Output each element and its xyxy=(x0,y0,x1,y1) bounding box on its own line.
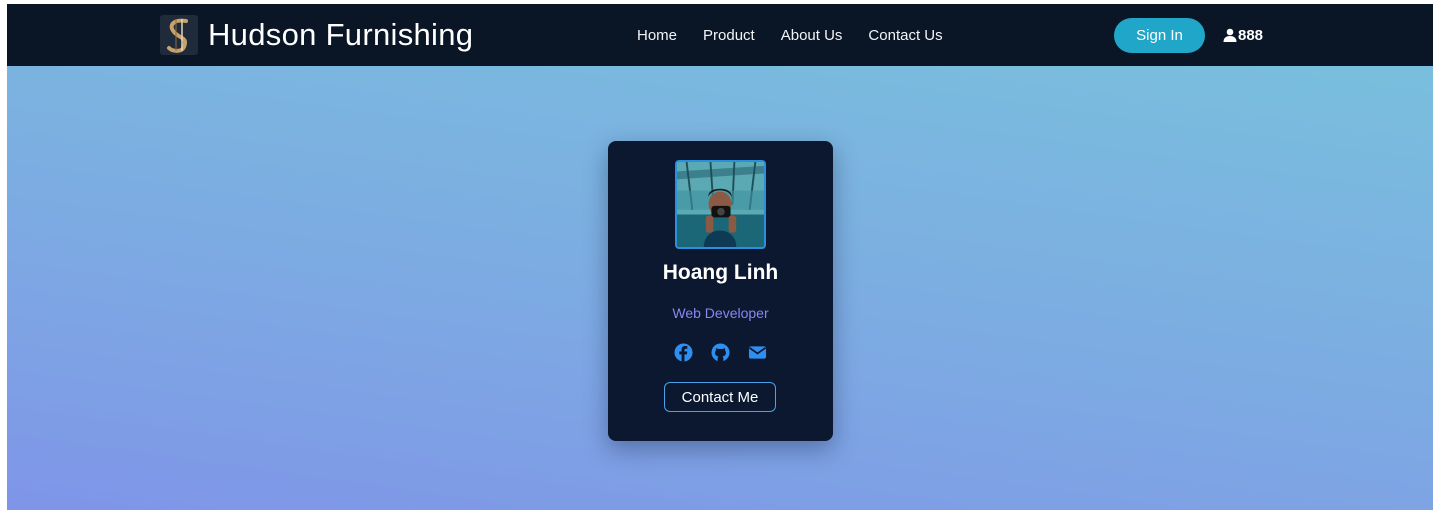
envelope-icon xyxy=(748,346,767,359)
brand-name: Hudson Furnishing xyxy=(208,17,474,52)
profile-role: Web Developer xyxy=(672,305,769,321)
user-icon xyxy=(1223,28,1237,42)
github-link[interactable] xyxy=(711,343,730,362)
nav-link-home[interactable]: Home xyxy=(637,27,677,44)
user-count-value: 888 xyxy=(1238,26,1264,44)
brand[interactable]: Hudson Furnishing xyxy=(160,13,473,57)
profile-card: Hoang Linh Web Developer Contact Me xyxy=(608,141,833,441)
avatar-photo-icon xyxy=(677,162,764,247)
contact-me-button[interactable]: Contact Me xyxy=(664,382,776,412)
page-viewport: Hudson Furnishing Home Product About Us … xyxy=(7,4,1433,510)
nav-link-about-us[interactable]: About Us xyxy=(781,27,843,44)
social-links xyxy=(608,343,833,363)
sign-in-button[interactable]: Sign In xyxy=(1114,18,1205,53)
email-link[interactable] xyxy=(748,343,767,362)
user-count[interactable]: 888 xyxy=(1223,24,1263,46)
main-nav: Home Product About Us Contact Us xyxy=(637,4,943,66)
facebook-icon xyxy=(674,343,693,362)
nav-link-product[interactable]: Product xyxy=(703,27,755,44)
profile-name: Hoang Linh xyxy=(662,261,779,284)
github-icon xyxy=(711,343,730,362)
facebook-link[interactable] xyxy=(674,343,693,362)
avatar xyxy=(675,160,766,249)
nav-link-contact-us[interactable]: Contact Us xyxy=(868,27,942,44)
navbar: Hudson Furnishing Home Product About Us … xyxy=(7,4,1433,66)
hudson-logo-icon xyxy=(160,15,198,55)
